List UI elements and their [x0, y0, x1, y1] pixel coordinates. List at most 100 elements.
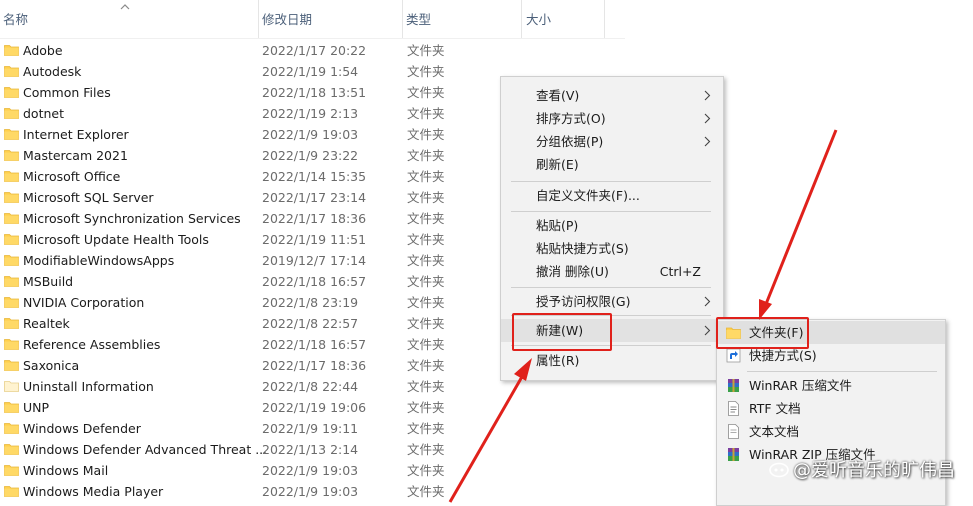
- file-name: Windows Media Player: [23, 484, 164, 499]
- file-row[interactable]: NVIDIA Corporation 2022/1/8 23:19 文件夹: [0, 292, 500, 313]
- file-name: Uninstall Information: [23, 379, 154, 394]
- file-row[interactable]: Uninstall Information 2022/1/8 22:44 文件夹: [0, 376, 500, 397]
- menu-item-shortcut: Ctrl+Z: [659, 264, 701, 279]
- file-row[interactable]: UNP 2022/1/19 19:06 文件夹: [0, 397, 500, 418]
- winrar-zip-icon: [728, 448, 739, 461]
- file-name: NVIDIA Corporation: [23, 295, 145, 310]
- menu-item-grant-access[interactable]: 授予访问权限(G): [501, 290, 723, 313]
- submenu-item-new-text[interactable]: 文本文档: [717, 420, 945, 443]
- menu-separator: [511, 287, 711, 288]
- folder-icon: [4, 402, 19, 413]
- shortcut-icon: [726, 348, 741, 363]
- file-date: 2022/1/18 16:57: [262, 274, 367, 289]
- submenu-item-new-rtf[interactable]: RTF 文档: [717, 397, 945, 420]
- menu-item-label: 排序方式(O): [536, 111, 606, 126]
- file-row[interactable]: dotnet 2022/1/19 2:13 文件夹: [0, 103, 500, 124]
- file-name: Common Files: [23, 85, 111, 100]
- file-row[interactable]: Microsoft Synchronization Services 2022/1…: [0, 208, 500, 229]
- file-date: 2022/1/17 20:22: [262, 43, 367, 58]
- file-type: 文件夹: [407, 232, 445, 247]
- submenu-item-new-shortcut[interactable]: 快捷方式(S): [717, 344, 945, 367]
- file-type: 文件夹: [407, 463, 445, 478]
- folder-icon: [4, 465, 19, 476]
- file-type: 文件夹: [407, 64, 445, 79]
- submenu-item-label: RTF 文档: [749, 401, 801, 416]
- file-row[interactable]: MSBuild 2022/1/18 16:57 文件夹: [0, 271, 500, 292]
- column-type[interactable]: 类型: [402, 0, 522, 38]
- file-name: Reference Assemblies: [23, 337, 161, 352]
- winrar-archive-icon: [728, 379, 739, 392]
- menu-item-customize-folder[interactable]: 自定义文件夹(F)...: [501, 184, 723, 207]
- file-row[interactable]: Realtek 2022/1/8 22:57 文件夹: [0, 313, 500, 334]
- file-row[interactable]: Microsoft SQL Server 2022/1/17 23:14 文件夹: [0, 187, 500, 208]
- column-date-label: 修改日期: [262, 12, 313, 27]
- file-row[interactable]: Reference Assemblies 2022/1/18 16:57 文件夹: [0, 334, 500, 355]
- file-type: 文件夹: [407, 253, 445, 268]
- file-row[interactable]: Internet Explorer 2022/1/9 19:03 文件夹: [0, 124, 500, 145]
- menu-item-properties[interactable]: 属性(R): [501, 349, 723, 372]
- file-date: 2022/1/9 19:03: [262, 484, 359, 499]
- file-name: ModifiableWindowsApps: [23, 253, 175, 268]
- file-row[interactable]: Windows Mail 2022/1/9 19:03 文件夹: [0, 460, 500, 481]
- submenu-item-label: 快捷方式(S): [749, 348, 817, 363]
- file-date: 2022/1/13 2:14: [262, 442, 359, 457]
- column-type-label: 类型: [406, 12, 432, 27]
- folder-icon: [4, 234, 19, 245]
- file-type: 文件夹: [407, 358, 445, 373]
- menu-item-refresh[interactable]: 刷新(E): [501, 153, 723, 176]
- menu-item-label: 粘贴快捷方式(S): [536, 241, 629, 256]
- file-row[interactable]: Microsoft Office 2022/1/14 15:35 文件夹: [0, 166, 500, 187]
- file-date: 2022/1/18 13:51: [262, 85, 367, 100]
- file-row[interactable]: Microsoft Update Health Tools 2022/1/19 1…: [0, 229, 500, 250]
- file-row[interactable]: Adobe 2022/1/17 20:22 文件夹: [0, 40, 500, 61]
- file-type: 文件夹: [407, 316, 445, 331]
- menu-item-view[interactable]: 查看(V): [501, 84, 723, 107]
- file-row[interactable]: Windows Defender 2022/1/9 19:11 文件夹: [0, 418, 500, 439]
- menu-item-group[interactable]: 分组依据(P): [501, 130, 723, 153]
- folder-icon: [4, 444, 19, 455]
- column-name[interactable]: 名称: [0, 0, 259, 38]
- file-date: 2022/1/17 18:36: [262, 358, 367, 373]
- folder-icon: [4, 192, 19, 203]
- folder-icon: [4, 150, 19, 161]
- submenu-item-new-folder[interactable]: 文件夹(F): [717, 321, 945, 344]
- menu-item-label: 属性(R): [536, 353, 580, 368]
- folder-icon: [4, 129, 19, 140]
- file-type: 文件夹: [407, 190, 445, 205]
- folder-icon: [726, 327, 741, 339]
- folder-icon: [4, 108, 19, 119]
- folder-icon: [4, 297, 19, 308]
- file-type: 文件夹: [407, 337, 445, 352]
- file-row[interactable]: Autodesk 2022/1/19 1:54 文件夹: [0, 61, 500, 82]
- folder-icon: [4, 486, 19, 497]
- menu-item-label: 刷新(E): [536, 157, 579, 172]
- file-type: 文件夹: [407, 148, 445, 163]
- file-explorer: 名称 修改日期 类型 大小 Adobe 2022/1/17 20:22 文件夹 Au…: [0, 0, 973, 506]
- menu-item-paste[interactable]: 粘贴(P): [501, 214, 723, 237]
- file-name: dotnet: [23, 106, 64, 121]
- menu-item-undo-delete[interactable]: 撤消 删除(U) Ctrl+Z: [501, 260, 723, 283]
- file-row[interactable]: Windows Defender Advanced Threat ... 2022…: [0, 439, 500, 460]
- column-size[interactable]: 大小: [521, 0, 605, 38]
- file-name: Microsoft Update Health Tools: [23, 232, 209, 247]
- file-type: 文件夹: [407, 127, 445, 142]
- file-date: 2022/1/8 22:44: [262, 379, 359, 394]
- column-name-label: 名称: [3, 12, 29, 27]
- file-row[interactable]: Common Files 2022/1/18 13:51 文件夹: [0, 82, 500, 103]
- submenu-item-label: 文本文档: [749, 424, 800, 439]
- file-name: Windows Mail: [23, 463, 109, 478]
- file-row[interactable]: ModifiableWindowsApps 2019/12/7 17:14 文件夹: [0, 250, 500, 271]
- column-size-label: 大小: [526, 12, 552, 27]
- file-date: 2022/1/19 19:06: [262, 400, 367, 415]
- menu-item-new[interactable]: 新建(W): [501, 319, 723, 342]
- submenu-item-new-winrar[interactable]: WinRAR 压缩文件: [717, 374, 945, 397]
- chevron-right-icon: [704, 325, 711, 336]
- menu-item-paste-shortcut[interactable]: 粘贴快捷方式(S): [501, 237, 723, 260]
- menu-item-sort[interactable]: 排序方式(O): [501, 107, 723, 130]
- file-name: Windows Defender: [23, 421, 141, 436]
- file-row[interactable]: Mastercam 2021 2022/1/9 23:22 文件夹: [0, 145, 500, 166]
- chevron-right-icon: [704, 136, 711, 147]
- column-date[interactable]: 修改日期: [258, 0, 403, 38]
- file-row[interactable]: Saxonica 2022/1/17 18:36 文件夹: [0, 355, 500, 376]
- file-row[interactable]: Windows Media Player 2022/1/9 19:03 文件夹: [0, 481, 500, 502]
